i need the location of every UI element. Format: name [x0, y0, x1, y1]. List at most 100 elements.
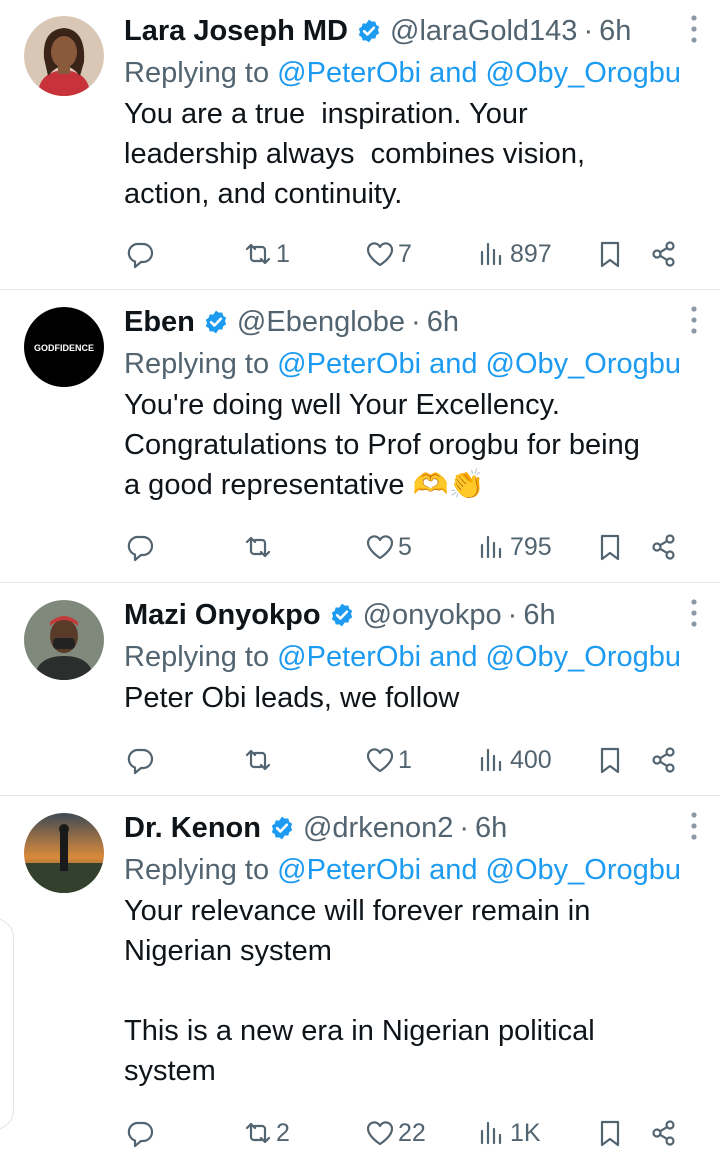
share-button[interactable]: [648, 740, 680, 780]
bookmark-button[interactable]: [594, 234, 626, 274]
view-count: 897: [510, 239, 552, 268]
heart-icon: [366, 748, 394, 773]
retweet-count: 1: [276, 239, 290, 268]
share-button[interactable]: [648, 1113, 680, 1153]
sunset-landscape-avatar-icon: [24, 813, 104, 893]
avatar[interactable]: GODFIDENCE: [24, 307, 104, 387]
bookmark-icon: [600, 1120, 620, 1147]
more-options-icon[interactable]: [690, 811, 698, 841]
share-icon: [652, 241, 675, 267]
man-with-mask-avatar-icon: [24, 600, 104, 680]
like-count: 22: [398, 1118, 426, 1147]
author-name[interactable]: Eben: [124, 306, 195, 339]
share-icon: [652, 534, 675, 560]
bookmark-icon: [600, 534, 620, 561]
bookmark-button[interactable]: [594, 740, 626, 780]
more-options-icon[interactable]: [690, 14, 698, 44]
views-button[interactable]: 400: [476, 740, 552, 780]
timestamp[interactable]: 6h: [523, 599, 555, 632]
like-button[interactable]: 7: [364, 234, 412, 274]
author-name[interactable]: Lara Joseph MD: [124, 15, 348, 48]
timestamp[interactable]: 6h: [427, 306, 459, 339]
avatar-logo-text: GODFIDENCE: [34, 343, 94, 353]
tweet-text: You are a true inspiration. Your leaders…: [124, 98, 585, 210]
replying-prefix: Replying to: [124, 641, 278, 673]
reply-button[interactable]: [124, 527, 158, 567]
retweet-button[interactable]: [242, 740, 276, 780]
replying-to: Replying to @PeterObi and @Oby_Orogbu: [124, 52, 700, 94]
retweet-count: 2: [276, 1118, 290, 1147]
timestamp[interactable]: 6h: [475, 812, 507, 845]
timestamp[interactable]: 6h: [599, 15, 631, 48]
action-bar: 1 7 897: [124, 234, 720, 274]
tweet[interactable]: Dr. Kenon @drkenon2 · 6h Replying to @Pe…: [0, 797, 720, 1161]
more-options-icon[interactable]: [690, 305, 698, 335]
author-handle[interactable]: @onyokpo: [363, 599, 502, 632]
retweet-icon: [245, 1122, 271, 1144]
view-count: 400: [510, 745, 552, 774]
avatar[interactable]: [24, 813, 104, 893]
verified-badge-icon: [271, 816, 293, 840]
views-button[interactable]: 795: [476, 527, 552, 567]
reply-button[interactable]: [124, 234, 158, 274]
heart-icon: [366, 242, 394, 267]
tweet[interactable]: GODFIDENCE Eben @Ebenglobe · 6h Replying…: [0, 291, 720, 583]
replying-to: Replying to @PeterObi and @Oby_Orogbu: [124, 849, 700, 891]
retweet-icon: [245, 749, 271, 771]
retweet-button[interactable]: 2: [242, 1113, 290, 1153]
bookmark-icon: [600, 747, 620, 774]
separator-dot: ·: [459, 811, 470, 844]
views-button[interactable]: 897: [476, 234, 552, 274]
retweet-button[interactable]: [242, 527, 276, 567]
replying-prefix: Replying to: [124, 348, 278, 380]
tweet[interactable]: Lara Joseph MD @laraGold143 · 6h Replyin…: [0, 0, 720, 290]
action-bar: 1 400: [124, 740, 720, 780]
view-count: 1K: [510, 1118, 541, 1147]
reply-icon: [127, 748, 154, 775]
like-button[interactable]: 1: [364, 740, 412, 780]
more-options-icon[interactable]: [690, 598, 698, 628]
author-handle[interactable]: @Ebenglobe: [237, 306, 405, 339]
separator-dot: ·: [507, 598, 518, 631]
share-button[interactable]: [648, 527, 680, 567]
author-handle[interactable]: @drkenon2: [303, 812, 453, 845]
avatar[interactable]: [24, 16, 104, 96]
mention-link[interactable]: @PeterObi and @Oby_Orogbu: [277, 854, 681, 886]
reply-button[interactable]: [124, 1113, 158, 1153]
reply-icon: [127, 242, 154, 269]
share-icon: [652, 747, 675, 773]
heart-icon: [366, 535, 394, 560]
woman-portrait-avatar-icon: [24, 16, 104, 96]
views-button[interactable]: 1K: [476, 1113, 541, 1153]
bookmark-button[interactable]: [594, 527, 626, 567]
floating-panel-edge[interactable]: [0, 918, 14, 1130]
author-name[interactable]: Mazi Onyokpo: [124, 599, 321, 632]
share-button[interactable]: [648, 234, 680, 274]
replying-prefix: Replying to: [124, 854, 278, 886]
avatar[interactable]: [24, 600, 104, 680]
views-chart-icon: [480, 1121, 502, 1145]
views-chart-icon: [480, 748, 502, 772]
mention-link[interactable]: @PeterObi and @Oby_Orogbu: [277, 57, 681, 89]
like-count: 7: [398, 239, 412, 268]
reply-button[interactable]: [124, 740, 158, 780]
replying-to: Replying to @PeterObi and @Oby_Orogbu: [124, 636, 700, 678]
like-count: 1: [398, 745, 412, 774]
like-button[interactable]: 5: [364, 527, 412, 567]
replying-to: Replying to @PeterObi and @Oby_Orogbu: [124, 343, 700, 385]
retweet-button[interactable]: 1: [242, 234, 290, 274]
views-chart-icon: [480, 242, 502, 266]
action-bar: 5 795: [124, 527, 720, 567]
view-count: 795: [510, 532, 552, 561]
godfidence-logo-avatar-icon: GODFIDENCE: [24, 307, 104, 387]
verified-badge-icon: [358, 19, 380, 43]
author-name[interactable]: Dr. Kenon: [124, 812, 261, 845]
bookmark-button[interactable]: [594, 1113, 626, 1153]
views-chart-icon: [480, 535, 502, 559]
author-handle[interactable]: @laraGold143: [390, 15, 577, 48]
mention-link[interactable]: @PeterObi and @Oby_Orogbu: [277, 348, 681, 380]
tweet[interactable]: Mazi Onyokpo @onyokpo · 6h Replying to @…: [0, 584, 720, 796]
separator-dot: ·: [583, 14, 594, 47]
like-button[interactable]: 22: [364, 1113, 426, 1153]
mention-link[interactable]: @PeterObi and @Oby_Orogbu: [277, 641, 681, 673]
